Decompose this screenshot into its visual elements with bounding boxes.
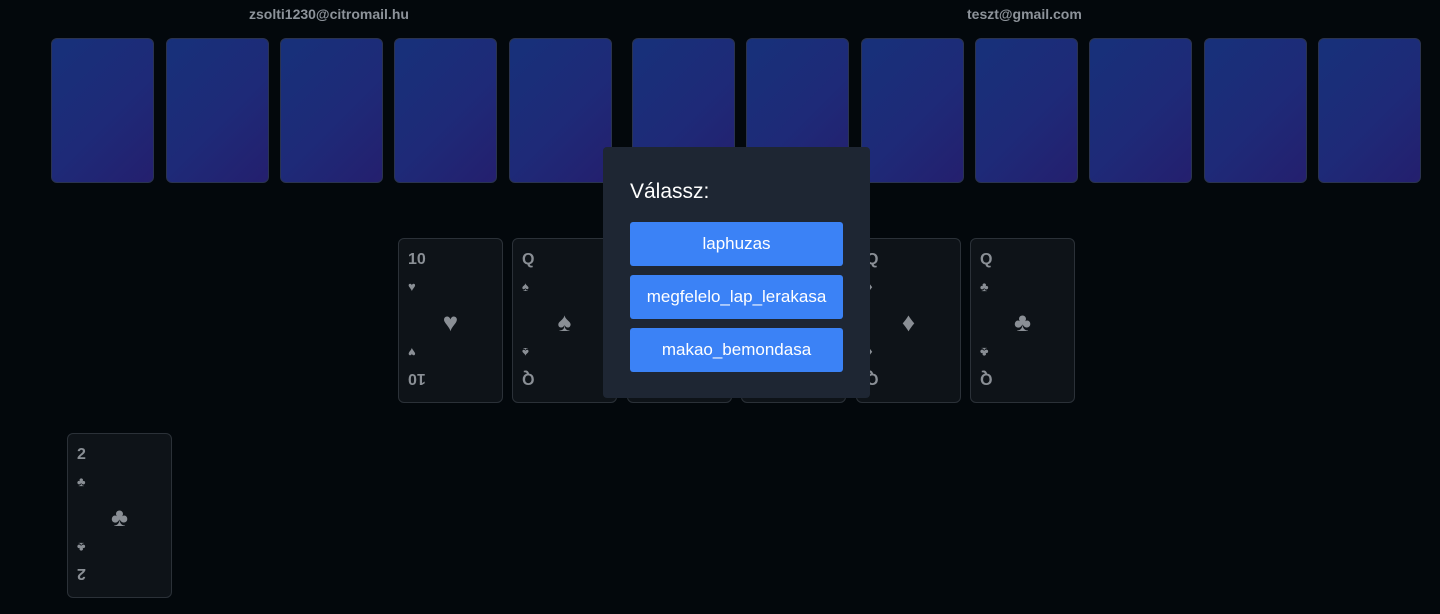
- card-rank: 2: [77, 565, 86, 582]
- dialog-title: Válassz:: [630, 180, 710, 203]
- call-makao-button[interactable]: makao_bemondasa: [630, 328, 843, 372]
- card-rank: 10: [408, 370, 426, 387]
- club-icon: ♣: [1013, 307, 1032, 337]
- card-rank: Q: [980, 370, 993, 387]
- spade-icon: ♠: [522, 279, 529, 294]
- card-back: [509, 38, 612, 183]
- card-back: [1089, 38, 1192, 183]
- club-icon: ♣: [77, 540, 86, 555]
- heart-icon: ♥: [442, 307, 459, 337]
- card-back: [51, 38, 154, 183]
- spade-icon: ♠: [557, 307, 572, 337]
- club-icon: ♣: [980, 345, 989, 360]
- heart-icon: ♥: [408, 345, 416, 360]
- card-rank: 2: [77, 446, 86, 463]
- table-card: Q ♦ ♦ ♦ Q: [856, 238, 961, 403]
- card-back: [394, 38, 497, 183]
- player-label-1: zsolti1230@citromail.hu: [249, 6, 409, 22]
- card-back: [1204, 38, 1307, 183]
- spade-icon: ♠: [522, 345, 529, 360]
- diamond-icon: ♦: [901, 307, 916, 337]
- table-card: Q ♠ ♠ ♠ Q: [512, 238, 617, 403]
- card-back: [861, 38, 964, 183]
- club-icon: ♣: [77, 474, 86, 489]
- card-back: [975, 38, 1078, 183]
- table-card: 10 ♥ ♥ ♥ 10: [398, 238, 503, 403]
- card-back: [166, 38, 269, 183]
- play-matching-card-button[interactable]: megfelelo_lap_lerakasa: [630, 275, 843, 319]
- hand-card[interactable]: 2 ♣ ♣ ♣ 2: [67, 433, 172, 598]
- player-label-2: teszt@gmail.com: [967, 6, 1082, 22]
- action-dialog: Válassz: laphuzas megfelelo_lap_lerakasa…: [603, 147, 870, 398]
- card-rank: Q: [522, 251, 535, 268]
- card-back: [1318, 38, 1421, 183]
- card-rank: Q: [522, 370, 535, 387]
- draw-card-button[interactable]: laphuzas: [630, 222, 843, 266]
- club-icon: ♣: [980, 279, 989, 294]
- card-rank: 10: [408, 251, 426, 268]
- table-card: Q ♣ ♣ ♣ Q: [970, 238, 1075, 403]
- heart-icon: ♥: [408, 279, 416, 294]
- card-back: [280, 38, 383, 183]
- club-icon: ♣: [110, 502, 129, 532]
- card-rank: Q: [980, 251, 993, 268]
